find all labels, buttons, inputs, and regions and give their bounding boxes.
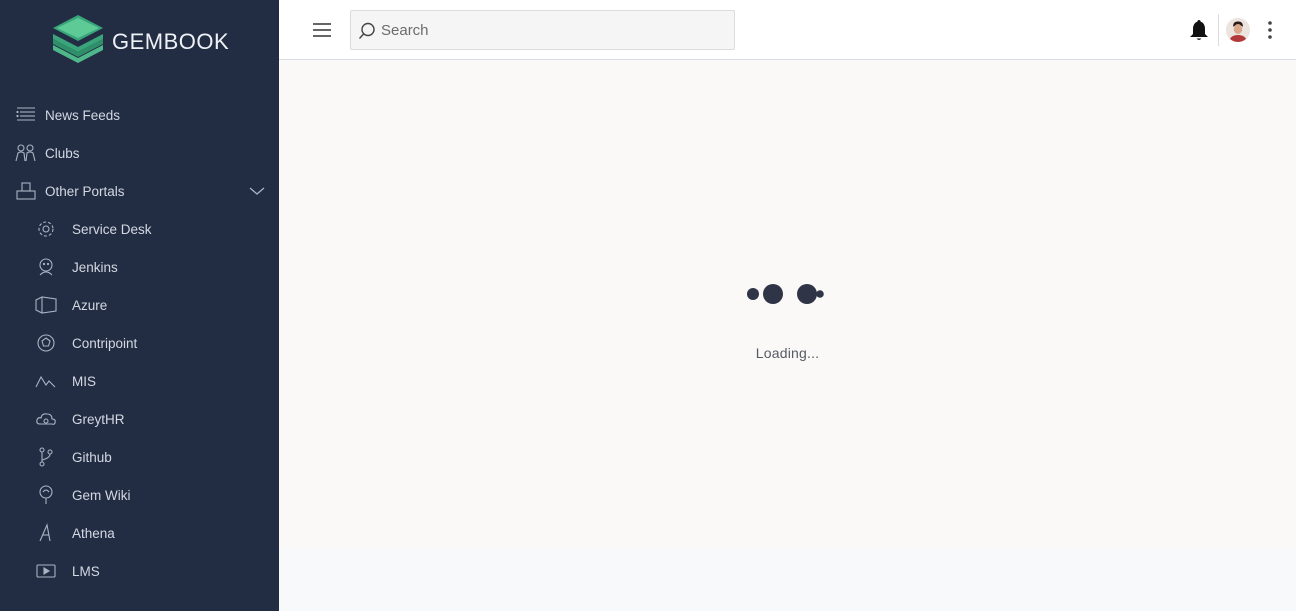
gem-wiki-icon [34,483,58,507]
portals-icon [14,179,38,203]
header-divider [1218,14,1219,46]
user-avatar-icon [1226,18,1250,42]
loading-text: Loading... [755,345,820,361]
search-icon [358,22,375,39]
sidebar-item-label: News Feeds [45,107,121,123]
hamburger-menu-icon[interactable] [311,19,333,41]
search-input[interactable] [381,11,721,49]
sidebar-item-label: Github [72,449,112,465]
lms-icon [34,559,58,583]
sidebar-item-label: Contripoint [72,335,138,351]
loading-spinner-icon [747,284,824,304]
main-content: Loading... [279,60,1296,548]
sidebar-item-contripoint[interactable]: Contripoint [0,324,279,362]
footer-area [279,548,1296,611]
sidebar-item-athena[interactable]: Athena [0,514,279,552]
chevron-down-icon[interactable] [248,183,266,199]
sidebar: GEMBOOK News Feeds Clubs Other Portals S… [0,0,279,611]
sidebar-item-azure[interactable]: Azure [0,286,279,324]
sidebar-item-label: Azure [72,297,108,313]
sidebar-item-other-portals[interactable]: Other Portals [0,172,279,210]
sidebar-item-label: Jenkins [72,259,118,275]
news-feed-icon [14,103,38,127]
mis-icon [34,369,58,393]
github-icon [34,445,58,469]
sidebar-item-github[interactable]: Github [0,438,279,476]
greythr-icon [34,407,58,431]
sidebar-item-label: Athena [72,525,115,541]
more-options-icon[interactable] [1260,18,1280,42]
sidebar-item-label: Other Portals [45,183,125,199]
sidebar-item-label: Gem Wiki [72,487,131,503]
search-box [350,10,735,50]
sidebar-item-gem-wiki[interactable]: Gem Wiki [0,476,279,514]
gembook-logo-icon [53,15,103,63]
azure-icon [34,293,58,317]
sidebar-item-label: Service Desk [72,221,152,237]
notification-bell-icon[interactable] [1187,18,1211,42]
clubs-icon [14,141,38,165]
brand-name: GEMBOOK [112,29,230,54]
sidebar-item-label: GreytHR [72,411,125,427]
service-desk-icon [34,217,58,241]
sidebar-item-label: MIS [72,373,97,389]
brand-logo[interactable]: GEMBOOK [50,14,229,70]
sidebar-item-label: Clubs [45,145,80,161]
sidebar-item-label: LMS [72,563,100,579]
jenkins-icon [34,255,58,279]
contripoint-icon [34,331,58,355]
sidebar-item-mis[interactable]: MIS [0,362,279,400]
top-bar [279,0,1296,60]
sidebar-item-clubs[interactable]: Clubs [0,134,279,172]
sidebar-item-jenkins[interactable]: Jenkins [0,248,279,286]
sidebar-nav: News Feeds Clubs Other Portals Service D… [0,96,279,590]
sidebar-item-greythr[interactable]: GreytHR [0,400,279,438]
sidebar-item-lms[interactable]: LMS [0,552,279,590]
sidebar-item-service-desk[interactable]: Service Desk [0,210,279,248]
avatar[interactable] [1226,18,1250,42]
athena-icon [34,521,58,545]
sidebar-item-news-feeds[interactable]: News Feeds [0,96,279,134]
